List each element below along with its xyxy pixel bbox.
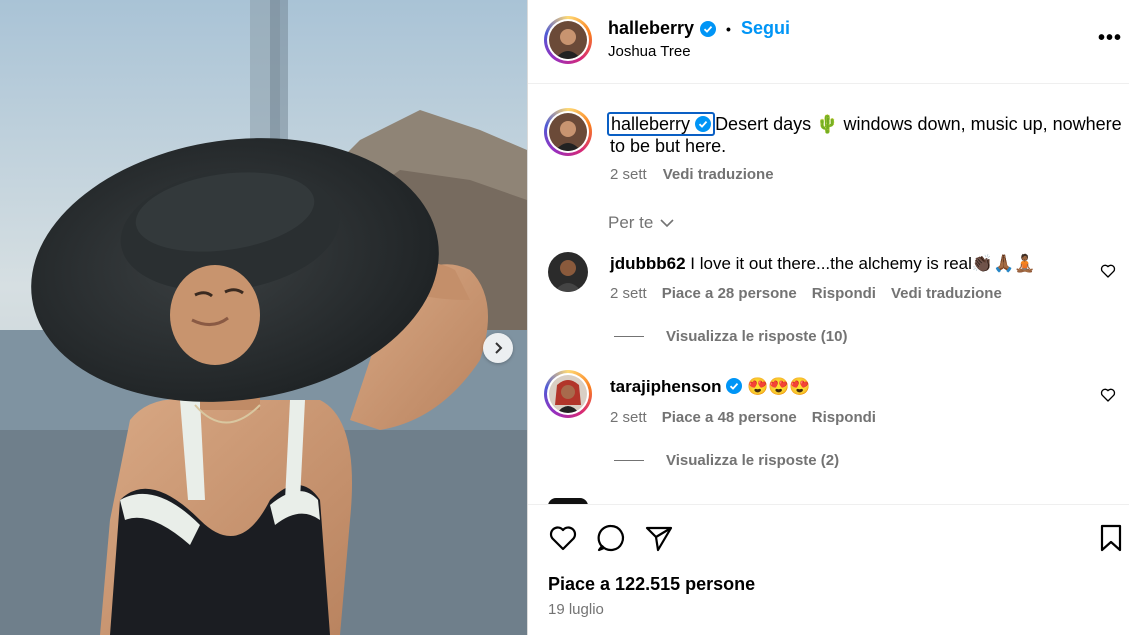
- post-photo[interactable]: [0, 0, 527, 635]
- action-bar: [548, 523, 674, 553]
- commenter-avatar[interactable]: [548, 252, 588, 292]
- avatar-image: [548, 252, 588, 292]
- caption-username[interactable]: halleberry: [607, 112, 716, 136]
- comment-likes[interactable]: Piace a 28 persone: [662, 285, 797, 302]
- avatar-image: [549, 113, 587, 151]
- replies-divider: [614, 460, 644, 461]
- comment-text: I love it out there...the alchemy is rea…: [690, 254, 1036, 273]
- author-avatar[interactable]: [544, 16, 592, 64]
- more-options-icon[interactable]: •••: [1098, 27, 1122, 50]
- caption-time[interactable]: 2 sett: [610, 166, 647, 183]
- comment-time[interactable]: 2 sett: [610, 285, 647, 302]
- post-location[interactable]: Joshua Tree: [608, 43, 691, 60]
- verified-badge-icon: [695, 116, 712, 132]
- verified-badge-icon: [700, 20, 717, 37]
- follow-button[interactable]: Segui: [741, 18, 790, 39]
- for-you-label: Per te: [608, 213, 654, 232]
- like-comment-heart-icon[interactable]: [1100, 387, 1116, 403]
- caption-translate-button[interactable]: Vedi traduzione: [663, 166, 774, 183]
- caption-author-avatar[interactable]: [544, 108, 592, 156]
- share-send-icon[interactable]: [644, 523, 674, 553]
- comment-likes[interactable]: Piace a 48 persone: [662, 409, 797, 426]
- comment-translate-button[interactable]: Vedi traduzione: [891, 285, 1002, 302]
- reply-button[interactable]: Rispondi: [812, 285, 876, 302]
- author-username[interactable]: halleberry: [608, 18, 694, 39]
- view-replies-label: Visualizza le risposte (2): [666, 452, 840, 469]
- comment-time[interactable]: 2 sett: [610, 409, 647, 426]
- comment-text: 😍😍😍: [746, 377, 811, 396]
- view-replies-button[interactable]: Visualizza le risposte (2): [614, 452, 839, 469]
- chevron-down-icon: [660, 219, 674, 228]
- caption-username-text: halleberry: [611, 114, 691, 134]
- next-photo-button[interactable]: [483, 333, 513, 363]
- avatar-image: [549, 21, 587, 59]
- replies-divider: [614, 336, 644, 337]
- view-replies-button[interactable]: Visualizza le risposte (10): [614, 328, 847, 345]
- avatar-image: [549, 375, 587, 413]
- post-footer: Piace a 122.515 persone 19 luglio: [528, 504, 1129, 635]
- post-date[interactable]: 19 luglio: [548, 601, 604, 618]
- post-header: halleberry • Segui Joshua Tree •••: [528, 0, 1129, 84]
- save-bookmark-icon[interactable]: [1096, 523, 1126, 553]
- chevron-right-icon: [495, 342, 503, 354]
- separator-dot: •: [726, 20, 731, 37]
- commenter-username[interactable]: jdubbb62: [610, 254, 686, 273]
- post-details-panel: halleberry • Segui Joshua Tree ••• halle…: [527, 0, 1129, 635]
- commenter-avatar[interactable]: [544, 370, 592, 418]
- comment-bubble-icon[interactable]: [596, 523, 626, 553]
- reply-button[interactable]: Rispondi: [812, 409, 876, 426]
- commenter-username[interactable]: tarajiphenson: [610, 377, 721, 396]
- verified-badge-icon: [726, 378, 743, 394]
- view-replies-label: Visualizza le risposte (10): [666, 328, 848, 345]
- for-you-toggle[interactable]: Per te: [608, 213, 675, 233]
- like-heart-icon[interactable]: [548, 523, 578, 553]
- like-comment-heart-icon[interactable]: [1100, 263, 1116, 279]
- post-likes-count[interactable]: Piace a 122.515 persone: [548, 574, 755, 595]
- post-image: [0, 0, 527, 635]
